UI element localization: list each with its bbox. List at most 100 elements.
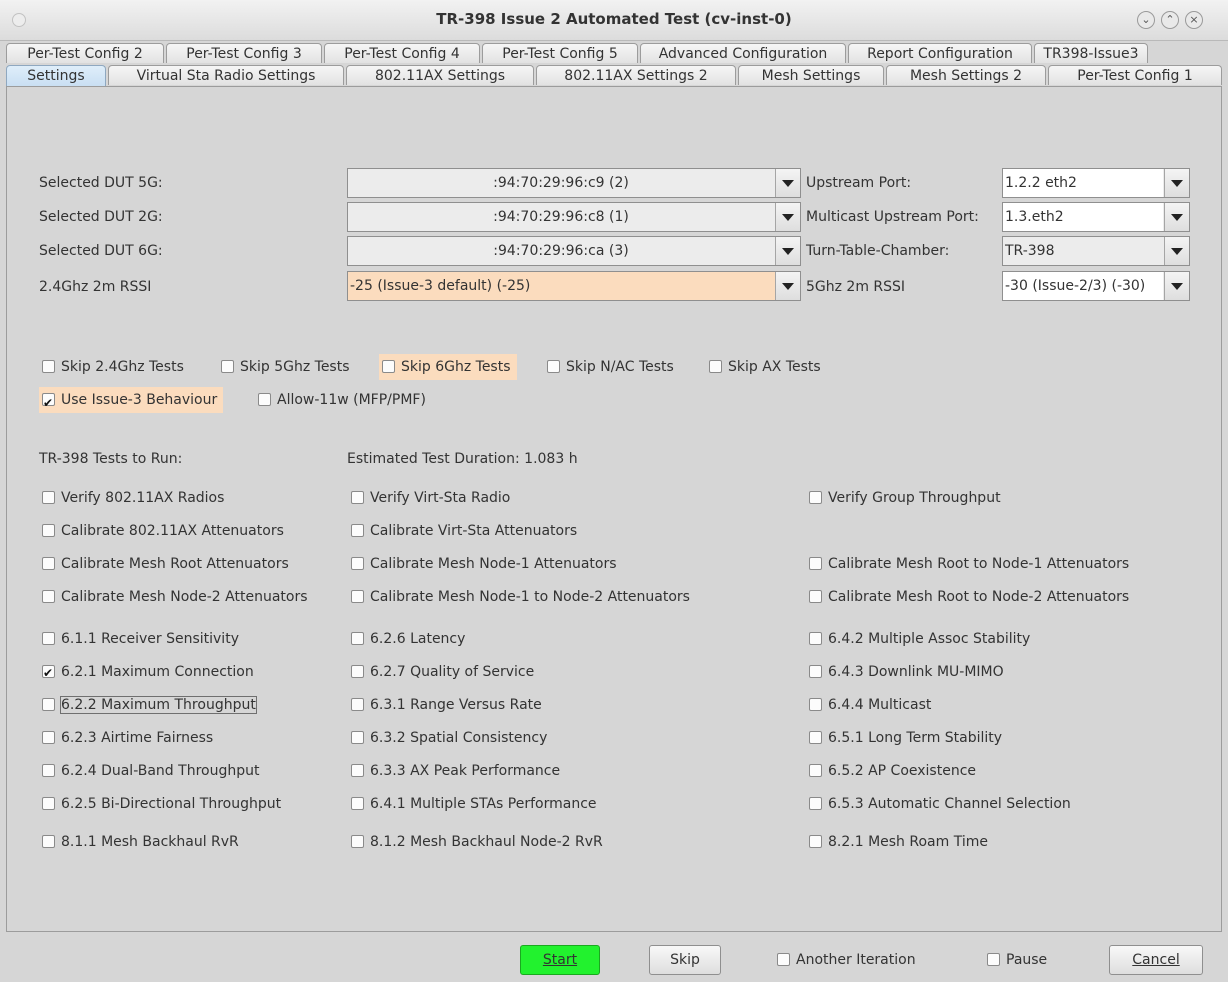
test-checkbox-col3-3[interactable]: Calibrate Mesh Root to Node-2 Attenuator… <box>806 586 1129 608</box>
start-button[interactable]: Start <box>520 945 600 975</box>
test-checkbox-col1-6[interactable]: 6.2.2 Maximum Throughput <box>39 694 257 716</box>
test-checkbox-col2-8[interactable]: 6.3.3 AX Peak Performance <box>348 760 560 782</box>
test-label: Calibrate 802.11AX Attenuators <box>61 523 284 539</box>
tab-per-test-config-2[interactable]: Per-Test Config 2 <box>6 43 164 63</box>
dut-6g-label: Selected DUT 6G: <box>39 243 163 259</box>
minimize-icon[interactable]: ⌄ <box>1137 11 1155 29</box>
checkbox-icon <box>351 835 364 848</box>
test-checkbox-col3-5[interactable]: 6.4.3 Downlink MU-MIMO <box>806 661 1004 683</box>
skip-ax-checkbox[interactable]: Skip AX Tests <box>706 356 821 378</box>
dut-6g-select[interactable]: :94:70:29:96:ca (3) <box>347 236 801 266</box>
test-checkbox-col1-1[interactable]: Calibrate 802.11AX Attenuators <box>39 520 284 542</box>
test-checkbox-col3-10[interactable]: 8.2.1 Mesh Roam Time <box>806 831 988 853</box>
dut-2g-select[interactable]: :94:70:29:96:c8 (1) <box>347 202 801 232</box>
tab-80211ax-settings-2[interactable]: 802.11AX Settings 2 <box>536 65 736 85</box>
allow-11w-checkbox[interactable]: Allow-11w (MFP/PMF) <box>255 389 426 411</box>
test-label: 6.2.7 Quality of Service <box>370 664 535 680</box>
tab-row-1: Per-Test Config 2 Per-Test Config 3 Per-… <box>6 43 1222 65</box>
chevron-down-icon[interactable] <box>1164 237 1189 265</box>
chevron-down-icon[interactable] <box>1164 203 1189 231</box>
test-checkbox-col1-0[interactable]: Verify 802.11AX Radios <box>39 487 224 509</box>
test-checkbox-col2-2[interactable]: Calibrate Mesh Node-1 Attenuators <box>348 553 617 575</box>
rssi-24-select[interactable]: -25 (Issue-3 default) (-25) <box>347 271 801 301</box>
test-checkbox-col3-6[interactable]: 6.4.4 Multicast <box>806 694 931 716</box>
test-checkbox-col2-4[interactable]: 6.2.6 Latency <box>348 628 465 650</box>
test-checkbox-col1-9[interactable]: 6.2.5 Bi-Directional Throughput <box>39 793 281 815</box>
test-checkbox-col3-8[interactable]: 6.5.2 AP Coexistence <box>806 760 976 782</box>
test-checkbox-col3-4[interactable]: 6.4.2 Multiple Assoc Stability <box>806 628 1030 650</box>
tab-mesh-settings-2[interactable]: Mesh Settings 2 <box>886 65 1046 85</box>
upstream-port-select[interactable]: 1.2.2 eth2 <box>1002 168 1190 198</box>
tab-per-test-config-3[interactable]: Per-Test Config 3 <box>166 43 322 63</box>
skip-5ghz-checkbox[interactable]: Skip 5Ghz Tests <box>218 356 350 378</box>
skip-nac-checkbox[interactable]: Skip N/AC Tests <box>544 356 674 378</box>
checkbox-icon <box>42 557 55 570</box>
tab-per-test-config-4[interactable]: Per-Test Config 4 <box>324 43 480 63</box>
chevron-down-icon[interactable] <box>775 169 800 197</box>
checkbox-icon <box>351 491 364 504</box>
test-checkbox-col2-5[interactable]: 6.2.7 Quality of Service <box>348 661 534 683</box>
tab-mesh-settings[interactable]: Mesh Settings <box>738 65 884 85</box>
use-issue3-behaviour-checkbox[interactable]: Use Issue-3 Behaviour <box>39 387 224 416</box>
checkbox-icon <box>351 797 364 810</box>
turn-table-chamber-value: TR-398 <box>1005 243 1055 259</box>
test-checkbox-col2-10[interactable]: 8.1.2 Mesh Backhaul Node-2 RvR <box>348 831 603 853</box>
pause-checkbox[interactable]: Pause <box>984 949 1047 971</box>
turn-table-chamber-select[interactable]: TR-398 <box>1002 236 1190 266</box>
checkbox-icon <box>809 632 822 645</box>
skip-button[interactable]: Skip <box>649 945 721 975</box>
test-checkbox-col2-9[interactable]: 6.4.1 Multiple STAs Performance <box>348 793 597 815</box>
another-iteration-checkbox[interactable]: Another Iteration <box>774 949 916 971</box>
tab-80211ax-settings[interactable]: 802.11AX Settings <box>346 65 534 85</box>
chevron-down-icon[interactable] <box>775 272 800 300</box>
tab-advanced-configuration[interactable]: Advanced Configuration <box>640 43 846 63</box>
chevron-down-icon[interactable] <box>1164 169 1189 197</box>
test-checkbox-col2-3[interactable]: Calibrate Mesh Node-1 to Node-2 Attenuat… <box>348 586 690 608</box>
checkbox-icon <box>351 731 364 744</box>
test-checkbox-col1-10[interactable]: 8.1.1 Mesh Backhaul RvR <box>39 831 239 853</box>
test-label: Calibrate Mesh Node-1 Attenuators <box>370 556 617 572</box>
test-checkbox-col2-7[interactable]: 6.3.2 Spatial Consistency <box>348 727 547 749</box>
skip-6ghz-checkbox[interactable]: Skip 6Ghz Tests <box>379 354 517 380</box>
dut-5g-select[interactable]: :94:70:29:96:c9 (2) <box>347 168 801 198</box>
test-checkbox-col1-4[interactable]: 6.1.1 Receiver Sensitivity <box>39 628 239 650</box>
skip-24ghz-checkbox[interactable]: Skip 2.4Ghz Tests <box>39 356 184 378</box>
test-checkbox-col2-0[interactable]: Verify Virt-Sta Radio <box>348 487 510 509</box>
checkbox-icon <box>809 698 822 711</box>
dut-6g-value: :94:70:29:96:ca (3) <box>493 243 629 259</box>
tab-virtual-sta-radio-settings[interactable]: Virtual Sta Radio Settings <box>108 65 344 85</box>
dut-5g-label: Selected DUT 5G: <box>39 175 163 191</box>
rssi-5-select[interactable]: -30 (Issue-2/3) (-30) <box>1002 271 1190 301</box>
multicast-upstream-port-select[interactable]: 1.3.eth2 <box>1002 202 1190 232</box>
another-iteration-label: Another Iteration <box>796 952 916 968</box>
test-checkbox-col1-8[interactable]: 6.2.4 Dual-Band Throughput <box>39 760 259 782</box>
allow-11w-label: Allow-11w (MFP/PMF) <box>277 392 426 408</box>
tab-per-test-config-5[interactable]: Per-Test Config 5 <box>482 43 638 63</box>
test-checkbox-col3-0[interactable]: Verify Group Throughput <box>806 487 1001 509</box>
maximize-icon[interactable]: ⌃ <box>1161 11 1179 29</box>
test-checkbox-col2-1[interactable]: Calibrate Virt-Sta Attenuators <box>348 520 577 542</box>
test-checkbox-col3-7[interactable]: 6.5.1 Long Term Stability <box>806 727 1002 749</box>
chevron-down-icon[interactable] <box>775 203 800 231</box>
chevron-down-icon[interactable] <box>1164 272 1189 300</box>
dut-2g-label: Selected DUT 2G: <box>39 209 163 225</box>
test-checkbox-col1-2[interactable]: Calibrate Mesh Root Attenuators <box>39 553 289 575</box>
test-checkbox-col1-5[interactable]: 6.2.1 Maximum Connection <box>39 661 254 684</box>
upstream-port-value: 1.2.2 eth2 <box>1003 169 1163 197</box>
tab-per-test-config-1[interactable]: Per-Test Config 1 <box>1048 65 1222 85</box>
test-checkbox-col1-3[interactable]: Calibrate Mesh Node-2 Attenuators <box>39 586 308 608</box>
close-icon[interactable]: × <box>1185 11 1203 29</box>
tab-settings[interactable]: Settings <box>6 65 106 87</box>
test-checkbox-col2-6[interactable]: 6.3.1 Range Versus Rate <box>348 694 542 716</box>
test-checkbox-col1-7[interactable]: 6.2.3 Airtime Fairness <box>39 727 213 749</box>
test-checkbox-col3-2[interactable]: Calibrate Mesh Root to Node-1 Attenuator… <box>806 553 1129 575</box>
test-label: 6.4.1 Multiple STAs Performance <box>370 796 597 812</box>
checkbox-checked-icon <box>42 662 55 684</box>
tab-report-configuration[interactable]: Report Configuration <box>848 43 1032 63</box>
tab-tr398-issue3[interactable]: TR398-Issue3 <box>1034 43 1148 63</box>
test-checkbox-col3-9[interactable]: 6.5.3 Automatic Channel Selection <box>806 793 1071 815</box>
test-label: Calibrate Mesh Root to Node-1 Attenuator… <box>828 556 1130 572</box>
cancel-button[interactable]: Cancel <box>1109 945 1203 975</box>
test-label: Calibrate Mesh Node-1 to Node-2 Attenuat… <box>370 589 690 605</box>
chevron-down-icon[interactable] <box>775 237 800 265</box>
